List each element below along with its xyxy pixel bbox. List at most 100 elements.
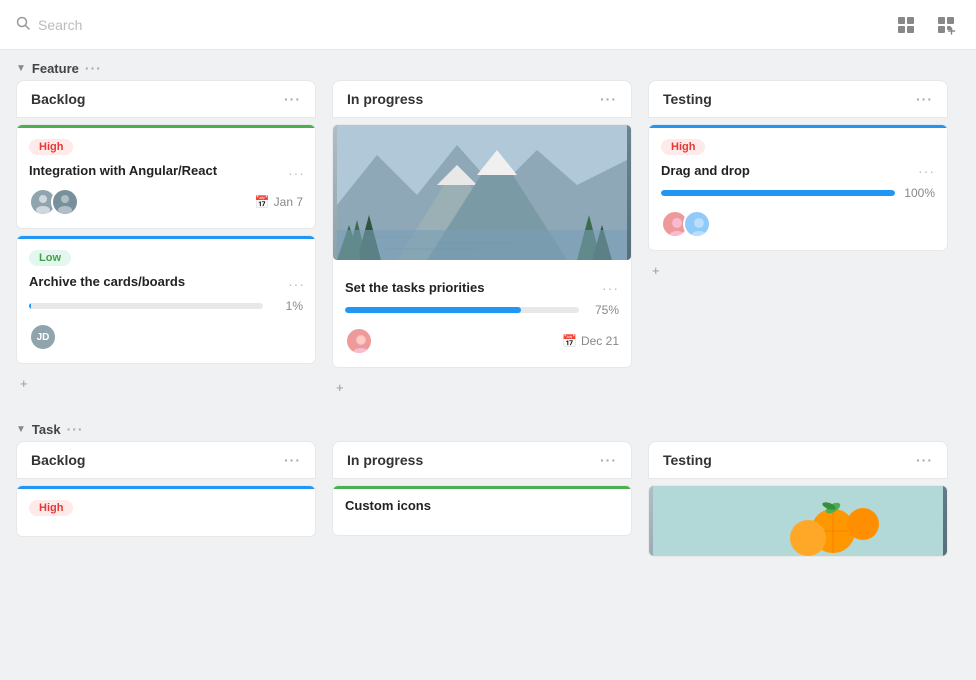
archive-progress-bar: [29, 303, 263, 309]
header-icons: [892, 11, 960, 39]
inprogress-header: In progress ···: [332, 80, 632, 118]
inprogress-task-header: In progress ···: [332, 441, 632, 479]
custom-icons-border: [333, 486, 631, 489]
backlog-task-label: Backlog: [31, 452, 85, 468]
header: Search: [0, 0, 976, 50]
integration-date: 📅 Jan 7: [255, 195, 303, 209]
integration-priority: High: [29, 139, 73, 155]
grid-view-button[interactable]: [892, 11, 920, 39]
priorities-avatars: [345, 327, 373, 355]
task-chevron[interactable]: ▼: [16, 424, 26, 435]
archive-more[interactable]: ···: [288, 276, 305, 292]
priorities-title: Set the tasks priorities: [345, 280, 484, 295]
feature-group-row: ▼ Feature ···: [0, 50, 976, 80]
task-high-border: [17, 486, 315, 489]
task-group-label: Task: [32, 422, 61, 437]
testing-more-btn[interactable]: ···: [916, 91, 933, 107]
priorities-card-body: Set the tasks priorities ··· 75%: [333, 270, 631, 367]
backlog-add-card[interactable]: +: [16, 368, 316, 399]
dragdrop-card-border: [649, 125, 947, 128]
priorities-date-text: Dec 21: [581, 334, 619, 348]
inprogress-more-btn[interactable]: ···: [600, 91, 617, 107]
backlog-more-btn[interactable]: ···: [284, 91, 301, 107]
dragdrop-progress-text: 100%: [903, 186, 935, 200]
integration-date-text: Jan 7: [274, 195, 303, 209]
feature-group-label: Feature: [32, 61, 79, 76]
task-group-more[interactable]: ···: [67, 421, 84, 437]
backlog-task-column: Backlog ··· High: [8, 441, 324, 537]
priorities-more[interactable]: ···: [602, 280, 619, 296]
integration-more[interactable]: ···: [288, 165, 305, 181]
board-container: ▼ Feature ··· Backlog ··· High ··· Integ…: [0, 50, 976, 680]
orange-card: [648, 485, 948, 557]
archive-priority: Low: [29, 250, 71, 266]
feature-columns: Backlog ··· High ··· Integration with An…: [0, 80, 976, 411]
backlog-header: Backlog ···: [16, 80, 316, 118]
feature-group-more[interactable]: ···: [85, 60, 102, 76]
backlog-column: Backlog ··· High ··· Integration with An…: [8, 80, 324, 399]
priorities-date: 📅 Dec 21: [562, 334, 619, 348]
testing-task-more-btn[interactable]: ···: [916, 452, 933, 468]
dragdrop-avatar-2: [683, 210, 711, 238]
priorities-progress-bar: [345, 307, 579, 313]
scroll-spacer: [0, 565, 976, 585]
dragdrop-priority: High: [661, 139, 705, 155]
testing-column: Testing ··· High Drag and drop ··· 100%: [640, 80, 956, 286]
testing-label: Testing: [663, 91, 712, 107]
integration-footer: 📅 Jan 7: [29, 188, 303, 216]
dragdrop-progress-row: 100%: [661, 186, 935, 200]
inprogress-add-card[interactable]: +: [332, 372, 632, 403]
calendar-icon-2: 📅: [562, 334, 577, 348]
testing-task-header: Testing ···: [648, 441, 948, 479]
avatar-2: [51, 188, 79, 216]
integration-title: Integration with Angular/React: [29, 163, 303, 178]
priorities-card: Set the tasks priorities ··· 75%: [332, 124, 632, 368]
dragdrop-progress-bar: [661, 190, 895, 196]
inprogress-add-icon: +: [336, 380, 344, 395]
add-view-button[interactable]: [932, 11, 960, 39]
custom-icons-card: Custom icons: [332, 485, 632, 536]
archive-card-border: [17, 236, 315, 239]
priorities-progress-text: 75%: [587, 303, 619, 317]
backlog-label: Backlog: [31, 91, 85, 107]
archive-footer: JD: [29, 323, 303, 351]
inprogress-task-label: In progress: [347, 452, 423, 468]
archive-title: Archive the cards/boards: [29, 274, 303, 289]
feature-chevron[interactable]: ▼: [16, 63, 26, 74]
testing-add-icon: +: [652, 263, 660, 278]
testing-add-card[interactable]: +: [648, 255, 948, 286]
calendar-icon: 📅: [255, 195, 270, 209]
priorities-footer: 📅 Dec 21: [345, 327, 619, 355]
testing-task-column: Testing ···: [640, 441, 956, 557]
dragdrop-footer: [661, 210, 935, 238]
archive-card: Low ··· Archive the cards/boards 1% JD: [16, 235, 316, 364]
search-bar[interactable]: Search: [16, 16, 82, 33]
orange-card-image: [649, 486, 947, 556]
search-placeholder: Search: [38, 17, 82, 33]
inprogress-task-more-btn[interactable]: ···: [600, 452, 617, 468]
dragdrop-avatars: [661, 210, 711, 238]
priorities-progress-fill: [345, 307, 521, 313]
priorities-progress-row: 75%: [345, 303, 619, 317]
inprogress-task-column: In progress ··· Custom icons: [324, 441, 640, 536]
card-top-border: [17, 125, 315, 128]
dragdrop-more[interactable]: ···: [918, 163, 935, 179]
testing-header: Testing ···: [648, 80, 948, 118]
backlog-task-more-btn[interactable]: ···: [284, 452, 301, 468]
integration-card: High ··· Integration with Angular/React: [16, 124, 316, 229]
dragdrop-title: Drag and drop: [661, 163, 770, 178]
backlog-add-icon: +: [20, 376, 28, 391]
dragdrop-progress-fill: [661, 190, 895, 196]
archive-avatar: JD: [29, 323, 57, 351]
inprogress-column: In progress ···: [324, 80, 640, 403]
archive-progress-row: 1%: [29, 299, 303, 313]
archive-progress-text: 1%: [271, 299, 303, 313]
dragdrop-card: High Drag and drop ··· 100%: [648, 124, 948, 251]
priorities-card-image: [333, 125, 631, 260]
priorities-avatar-1: [345, 327, 373, 355]
backlog-task-header: Backlog ···: [16, 441, 316, 479]
task-columns: Backlog ··· High In progress ··· Custom …: [0, 441, 976, 565]
testing-task-label: Testing: [663, 452, 712, 468]
search-icon: [16, 16, 30, 33]
integration-avatars: [29, 188, 79, 216]
